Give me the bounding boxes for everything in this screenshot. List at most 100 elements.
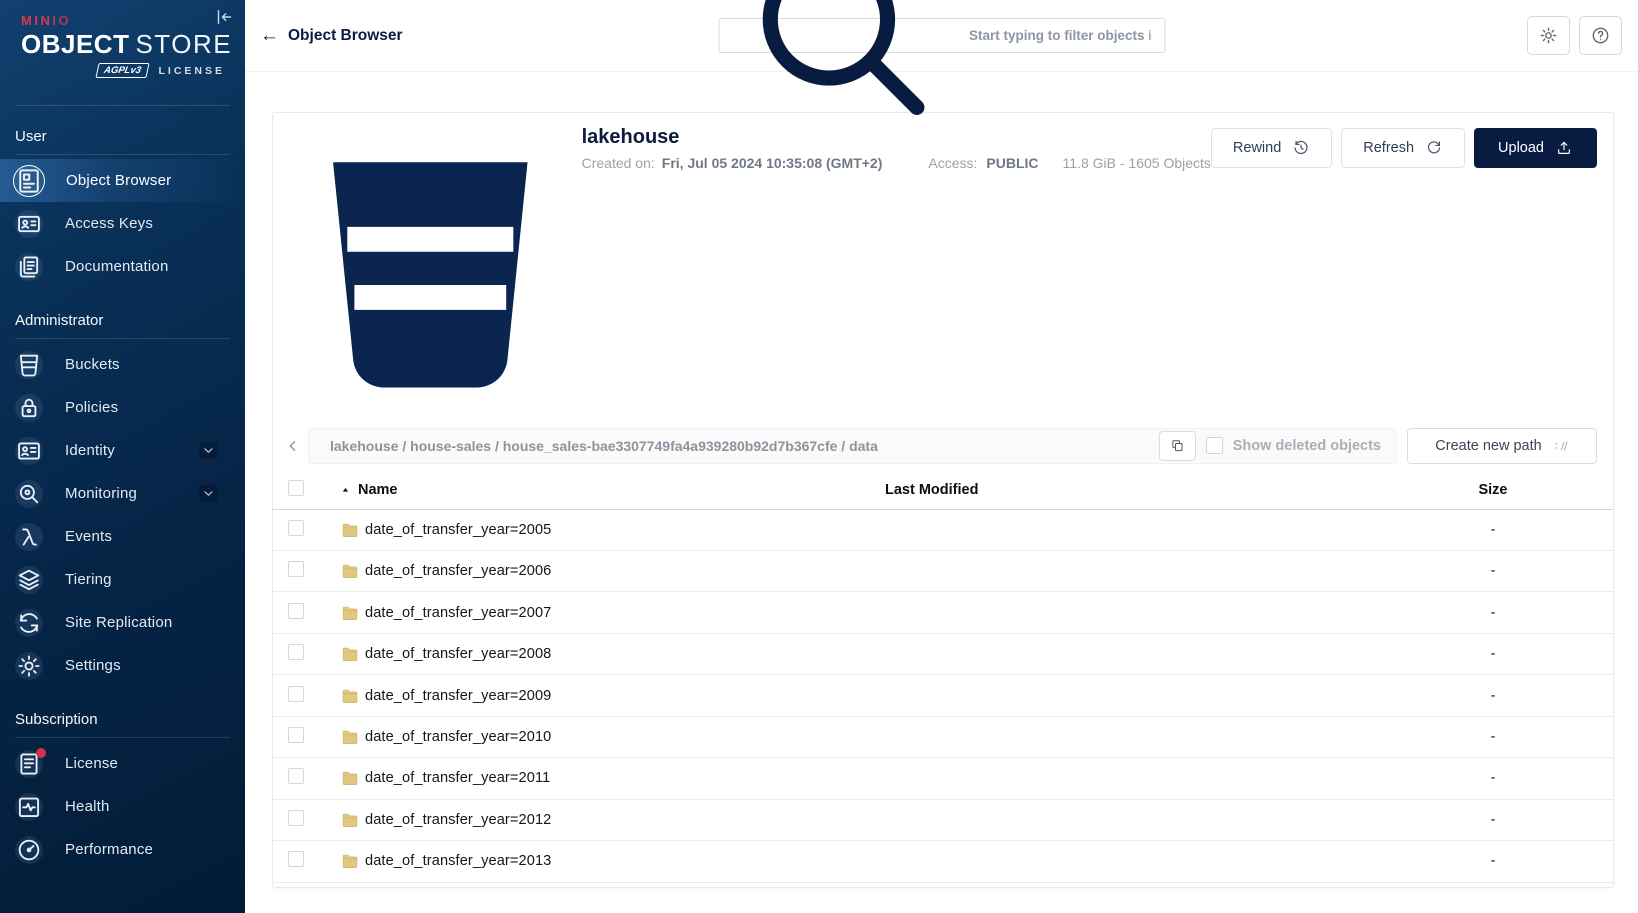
table-row[interactable]: date_of_transfer_year=2014- xyxy=(273,883,1613,888)
table-body: date_of_transfer_year=2005-date_of_trans… xyxy=(273,510,1613,888)
object-name[interactable]: date_of_transfer_year=2005 xyxy=(365,522,551,538)
chevron-down-icon[interactable] xyxy=(199,485,218,502)
object-name[interactable]: date_of_transfer_year=2013 xyxy=(365,853,551,869)
sidebar-item-monitoring[interactable]: Monitoring xyxy=(0,472,245,515)
object-browser-icon xyxy=(13,165,45,197)
path-back-button[interactable] xyxy=(278,429,308,463)
show-deleted-label: Show deleted objects xyxy=(1233,438,1381,454)
table-row[interactable]: date_of_transfer_year=2006- xyxy=(273,551,1613,592)
show-deleted-checkbox[interactable] xyxy=(1206,437,1223,454)
sidebar-section-subscription: SubscriptionLicenseHealthPerformance xyxy=(0,701,245,871)
help-button[interactable] xyxy=(1579,16,1622,55)
row-checkbox[interactable] xyxy=(288,851,304,867)
object-name[interactable]: date_of_transfer_year=2007 xyxy=(365,605,551,621)
sidebar-collapse-icon[interactable] xyxy=(213,6,235,28)
upload-button[interactable]: Upload xyxy=(1474,128,1597,168)
sidebar-item-license[interactable]: License xyxy=(0,742,245,785)
folder-icon xyxy=(341,688,359,704)
folder-icon xyxy=(341,853,359,869)
sidebar: MINIO OBJECTSTORE AGPLv3 LICENSE UserObj… xyxy=(0,0,245,913)
table-row[interactable]: date_of_transfer_year=2007- xyxy=(273,592,1613,633)
breadcrumb[interactable]: lakehouse / house-sales / house_sales-ba… xyxy=(330,438,878,454)
help-icon xyxy=(1590,25,1611,46)
object-name[interactable]: date_of_transfer_year=2006 xyxy=(365,563,551,579)
search-icon xyxy=(731,0,958,149)
license-icon xyxy=(15,750,43,778)
refresh-button[interactable]: Refresh xyxy=(1341,128,1465,168)
minio-logo: MINIO OBJECTSTORE AGPLv3 LICENSE xyxy=(0,0,245,78)
chevron-left-icon xyxy=(285,438,301,454)
folder-icon xyxy=(341,770,359,786)
sidebar-item-label: Site Replication xyxy=(65,614,172,631)
bucket-header: lakehouse Created on: Fri, Jul 05 2024 1… xyxy=(273,113,1613,428)
table-row[interactable]: date_of_transfer_year=2012- xyxy=(273,800,1613,841)
sidebar-item-policies[interactable]: Policies xyxy=(0,386,245,429)
table-row[interactable]: date_of_transfer_year=2013- xyxy=(273,841,1613,882)
table-row[interactable]: date_of_transfer_year=2009- xyxy=(273,675,1613,716)
folder-icon xyxy=(341,729,359,745)
upload-icon xyxy=(1555,139,1573,157)
objects-table: Name Last Modified Size date_of_transfer… xyxy=(273,472,1613,888)
table-row[interactable]: date_of_transfer_year=2011- xyxy=(273,758,1613,799)
row-checkbox[interactable] xyxy=(288,810,304,826)
notification-dot xyxy=(36,748,46,758)
row-checkbox[interactable] xyxy=(288,686,304,702)
access-value: PUBLIC xyxy=(986,155,1038,171)
copy-path-button[interactable] xyxy=(1159,431,1196,461)
back-arrow-icon[interactable]: ← xyxy=(260,26,279,45)
object-name[interactable]: date_of_transfer_year=2008 xyxy=(365,646,551,662)
create-new-path-button[interactable]: Create new path xyxy=(1407,428,1597,464)
table-header-row: Name Last Modified Size xyxy=(273,472,1613,510)
sidebar-item-label: Health xyxy=(65,798,110,815)
row-checkbox[interactable] xyxy=(288,603,304,619)
settings-button[interactable] xyxy=(1527,16,1570,55)
sort-ascending-icon[interactable] xyxy=(341,486,350,495)
row-checkbox[interactable] xyxy=(288,520,304,536)
rewind-button[interactable]: Rewind xyxy=(1211,128,1332,168)
table-row[interactable]: date_of_transfer_year=2005- xyxy=(273,510,1613,551)
sidebar-item-access-keys[interactable]: Access Keys xyxy=(0,202,245,245)
sidebar-divider xyxy=(15,737,230,738)
path-bar: lakehouse / house-sales / house_sales-ba… xyxy=(273,428,1613,464)
row-checkbox[interactable] xyxy=(288,561,304,577)
column-header-size[interactable]: Size xyxy=(1478,482,1507,498)
select-all-checkbox[interactable] xyxy=(288,480,304,496)
chevron-down-icon[interactable] xyxy=(199,442,218,459)
bucket-browser-card: lakehouse Created on: Fri, Jul 05 2024 1… xyxy=(272,112,1614,888)
column-header-last-modified[interactable]: Last Modified xyxy=(885,482,978,498)
object-filter-searchbox[interactable] xyxy=(718,18,1165,53)
search-input[interactable] xyxy=(967,27,1152,44)
row-checkbox[interactable] xyxy=(288,768,304,784)
sidebar-item-label: License xyxy=(65,755,118,772)
sidebar-item-label: Tiering xyxy=(65,571,112,588)
folder-icon xyxy=(341,646,359,662)
topbar: ← Object Browser xyxy=(245,0,1638,72)
sidebar-item-settings[interactable]: Settings xyxy=(0,644,245,687)
object-name[interactable]: date_of_transfer_year=2009 xyxy=(365,688,551,704)
table-row[interactable]: date_of_transfer_year=2010- xyxy=(273,717,1613,758)
sidebar-item-site-replication[interactable]: Site Replication xyxy=(0,601,245,644)
object-name[interactable]: date_of_transfer_year=2011 xyxy=(365,770,550,786)
sidebar-item-events[interactable]: Events xyxy=(0,515,245,558)
table-row[interactable]: date_of_transfer_year=2008- xyxy=(273,634,1613,675)
sidebar-item-buckets[interactable]: Buckets xyxy=(0,343,245,386)
sidebar-item-performance[interactable]: Performance xyxy=(0,828,245,871)
sidebar-item-label: Monitoring xyxy=(65,485,137,502)
sidebar-item-documentation[interactable]: Documentation xyxy=(0,245,245,288)
sidebar-item-health[interactable]: Health xyxy=(0,785,245,828)
sidebar-nav: UserObject BrowserAccess KeysDocumentati… xyxy=(0,106,245,871)
bucket-meta: Created on: Fri, Jul 05 2024 10:35:08 (G… xyxy=(582,155,1211,171)
sidebar-item-identity[interactable]: Identity xyxy=(0,429,245,472)
breadcrumb-strip: lakehouse / house-sales / house_sales-ba… xyxy=(308,428,1397,464)
row-checkbox[interactable] xyxy=(288,644,304,660)
row-checkbox[interactable] xyxy=(288,727,304,743)
folder-icon xyxy=(341,522,359,538)
sidebar-item-object-browser[interactable]: Object Browser xyxy=(0,159,245,202)
object-name[interactable]: date_of_transfer_year=2010 xyxy=(365,729,551,745)
bucket-icon xyxy=(288,129,573,414)
sidebar-item-tiering[interactable]: Tiering xyxy=(0,558,245,601)
column-header-name[interactable]: Name xyxy=(358,482,398,498)
license-label: LICENSE xyxy=(158,65,225,77)
sidebar-section-administrator: AdministratorBucketsPoliciesIdentityMoni… xyxy=(0,302,245,687)
object-name[interactable]: date_of_transfer_year=2012 xyxy=(365,812,551,828)
